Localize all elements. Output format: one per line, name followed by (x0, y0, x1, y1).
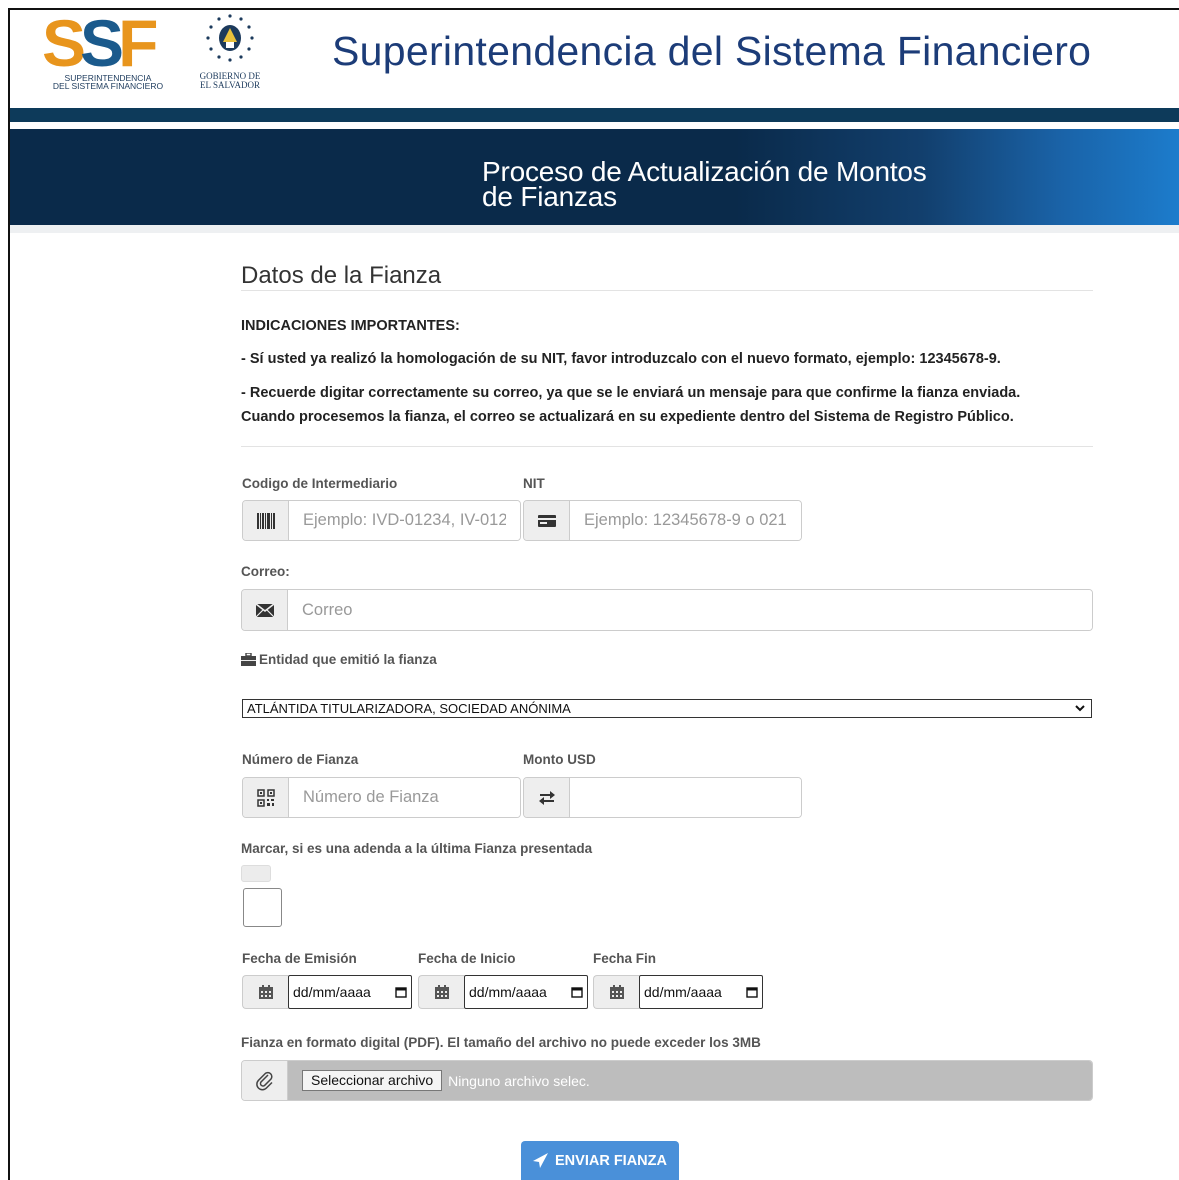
archivo-input-group: Seleccionar archivo Ninguno archivo sele… (241, 1060, 1093, 1101)
site-title: Superintendencia del Sistema Financiero (332, 28, 1092, 74)
codigo-input[interactable] (289, 501, 520, 540)
fecha-inicio-group: dd/mm/aaaa (418, 975, 588, 1009)
barcode-icon (243, 501, 289, 540)
date-picker-icon[interactable] (571, 986, 583, 998)
nit-input[interactable] (570, 501, 801, 540)
id-card-icon (524, 501, 570, 540)
numero-fianza-input-group (242, 777, 521, 818)
correo-input[interactable] (288, 590, 1092, 630)
date-picker-icon[interactable] (746, 986, 758, 998)
send-icon (533, 1153, 548, 1168)
codigo-input-group (242, 500, 521, 541)
gobierno-logo: GOBIERNO DE EL SALVADOR (194, 12, 266, 94)
note-nit: - Sí usted ya realizó la homologación de… (241, 351, 1001, 367)
exchange-icon (524, 778, 570, 817)
adenda-checkbox[interactable] (243, 888, 282, 927)
header-divider (10, 108, 1179, 122)
nit-input-group (523, 500, 802, 541)
section-divider (241, 290, 1093, 291)
entidad-select[interactable]: ATLÁNTIDA TITULARIZADORA, SOCIEDAD ANÓNI… (242, 699, 1092, 718)
fecha-fin-group: dd/mm/aaaa (593, 975, 763, 1009)
calendar-icon (593, 975, 639, 1009)
fecha-inicio-input[interactable]: dd/mm/aaaa (464, 975, 588, 1009)
section-title: Datos de la Fianza (241, 262, 442, 289)
briefcase-icon (241, 653, 256, 666)
fecha-emision-input[interactable]: dd/mm/aaaa (288, 975, 412, 1009)
file-status: Ninguno archivo selec. (448, 1072, 590, 1089)
nit-label: NIT (523, 476, 545, 491)
ssf-logo[interactable]: SSF SUPERINTENDENCIA DEL SISTEMA FINANCI… (42, 6, 172, 94)
monto-label: Monto USD (523, 752, 596, 767)
envelope-icon (242, 590, 288, 630)
chevron-down-icon (1075, 705, 1085, 712)
submit-button[interactable]: ENVIAR FIANZA (521, 1141, 679, 1180)
gobierno-logo-text: GOBIERNO DE EL SALVADOR (199, 71, 261, 90)
seal-icon (206, 14, 254, 62)
fecha-inicio-label: Fecha de Inicio (418, 951, 516, 966)
site-header: SSF SUPERINTENDENCIA DEL SISTEMA FINANCI… (10, 10, 1179, 108)
calendar-icon (418, 975, 464, 1009)
ssf-logo-mark: SSF (42, 6, 158, 80)
fecha-fin-input[interactable]: dd/mm/aaaa (639, 975, 763, 1009)
entidad-label: Entidad que emitió la fianza (241, 652, 437, 667)
numero-fianza-input[interactable] (289, 778, 520, 817)
codigo-label: Codigo de Intermediario (242, 476, 398, 491)
calendar-icon (242, 975, 288, 1009)
fecha-emision-label: Fecha de Emisión (242, 951, 357, 966)
select-file-button[interactable]: Seleccionar archivo (302, 1070, 443, 1091)
correo-input-group (241, 589, 1093, 631)
monto-input-group (523, 777, 802, 818)
adenda-toggle[interactable] (241, 865, 271, 882)
fecha-emision-group: dd/mm/aaaa (242, 975, 412, 1009)
notes-heading: INDICACIONES IMPORTANTES: (241, 318, 460, 334)
hero-banner: Proceso de Actualización de Montos de Fi… (10, 129, 1179, 225)
paperclip-icon (242, 1061, 288, 1100)
notes-divider (241, 446, 1093, 447)
correo-label: Correo: (241, 564, 290, 579)
note-correo: - Recuerde digitar correctamente su corr… (241, 385, 1021, 425)
archivo-label: Fianza en formato digital (PDF). El tama… (241, 1035, 761, 1050)
adenda-label: Marcar, si es una adenda a la última Fia… (241, 841, 593, 856)
monto-input[interactable] (570, 778, 801, 817)
hero-shadow (10, 225, 1179, 233)
qrcode-icon (243, 778, 289, 817)
numero-fianza-label: Número de Fianza (242, 752, 359, 767)
hero-title: Proceso de Actualización de Montos de Fi… (482, 156, 927, 212)
archivo-file-field[interactable]: Seleccionar archivo Ninguno archivo sele… (288, 1061, 1092, 1100)
date-picker-icon[interactable] (395, 986, 407, 998)
entidad-selected-value: ATLÁNTIDA TITULARIZADORA, SOCIEDAD ANÓNI… (247, 701, 571, 716)
fecha-fin-label: Fecha Fin (593, 951, 657, 966)
ssf-logo-subtitle: SUPERINTENDENCIA DEL SISTEMA FINANCIERO (52, 73, 164, 91)
